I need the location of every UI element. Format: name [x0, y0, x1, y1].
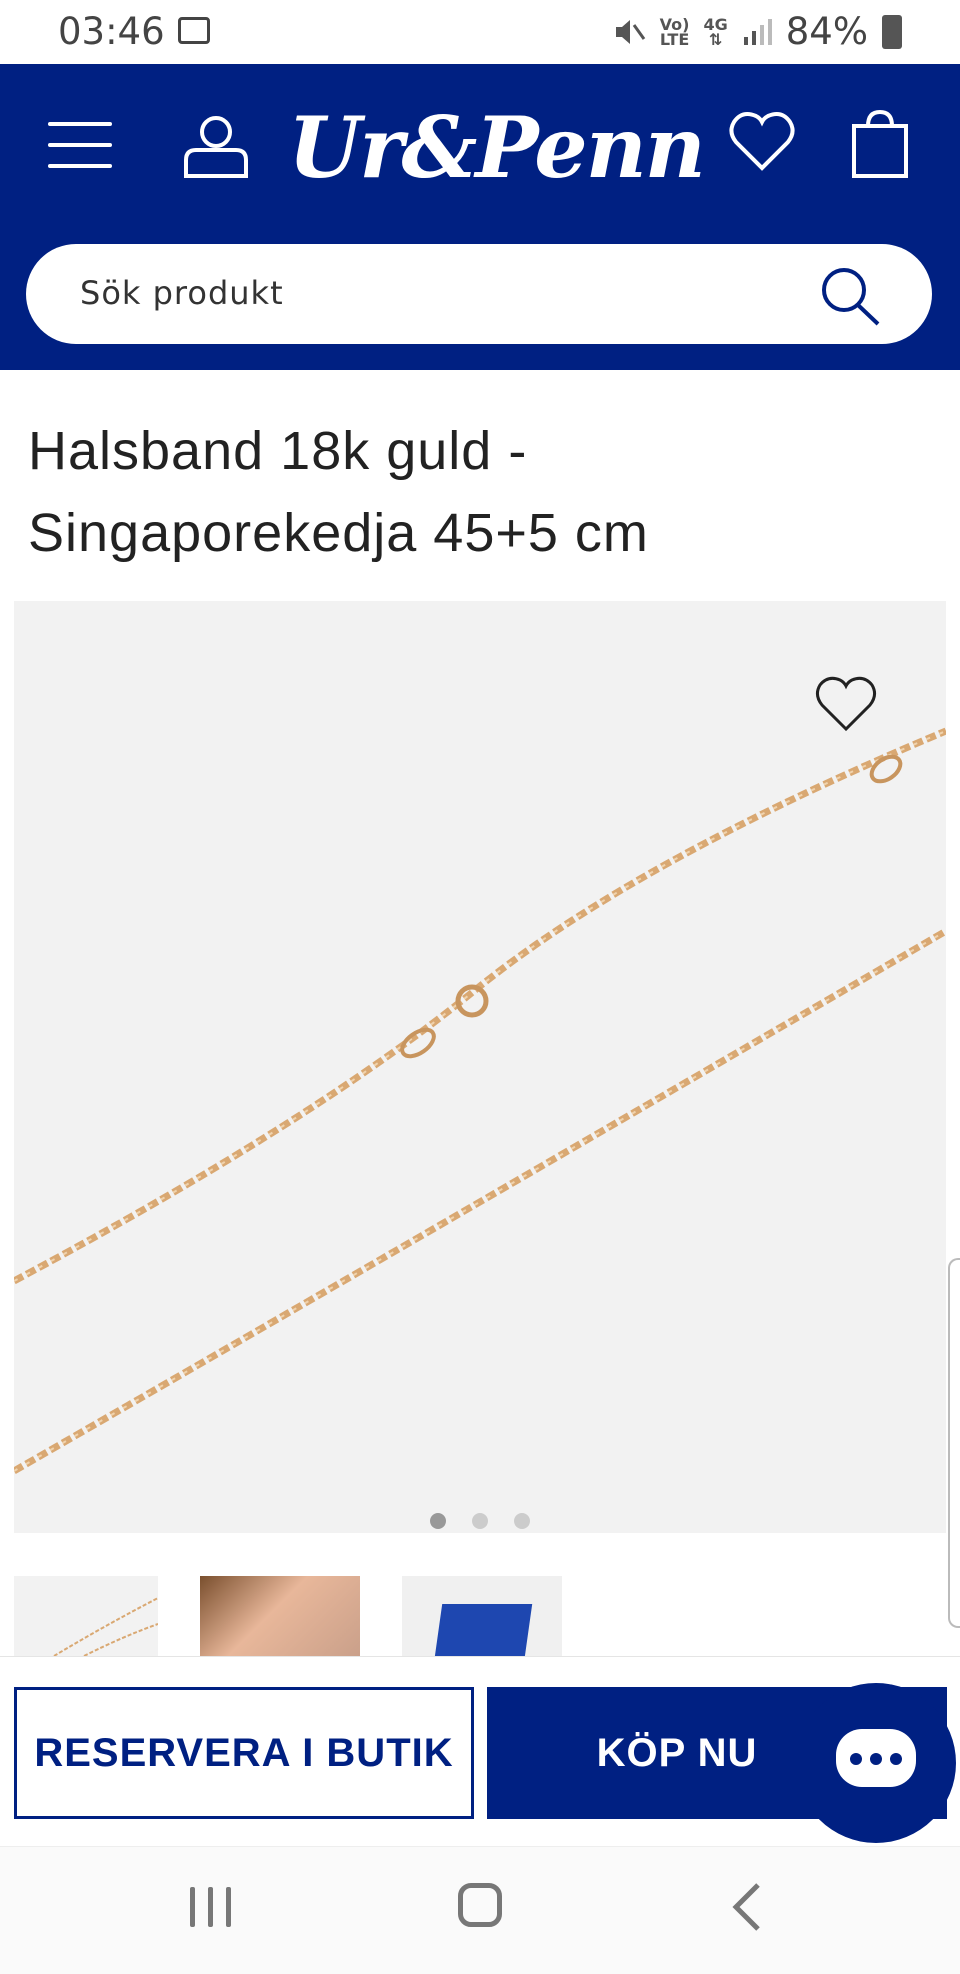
nav-back-icon[interactable] [728, 1881, 768, 1933]
battery-icon [882, 14, 902, 49]
search-input[interactable]: Sök produkt [80, 274, 284, 312]
product-image[interactable] [14, 601, 946, 1533]
thumbnail-model[interactable] [200, 1576, 360, 1656]
thumbnail-box[interactable] [402, 1576, 562, 1656]
mute-icon [615, 19, 645, 44]
chain-image [14, 727, 946, 1475]
gallery-dots [14, 1513, 946, 1533]
status-right: Vo) LTE 4G ⇅ 84% [612, 10, 902, 53]
network-indicator: 4G ⇅ [703, 16, 727, 49]
nav-recent-icon[interactable] [190, 1887, 234, 1927]
product-title-line2: Singaporekedja 45+5 cm [28, 503, 649, 563]
battery-percent: 84% [785, 10, 868, 53]
search-icon[interactable] [818, 264, 882, 328]
menu-icon[interactable] [48, 122, 112, 168]
site-header: Ur&Penn Sök produkt [0, 64, 960, 370]
system-nav-bar [0, 1846, 960, 1974]
volte-indicator: Vo) LTE [659, 16, 690, 49]
thumbnail-chain-image [53, 1597, 158, 1656]
chat-button[interactable] [796, 1683, 956, 1843]
heart-icon[interactable] [728, 108, 796, 176]
heart-icon[interactable] [814, 673, 878, 733]
status-time: 03:46 [58, 10, 165, 53]
signal-icon [743, 18, 772, 45]
status-bar: 03:46 Vo) LTE 4G ⇅ 84% [0, 0, 960, 64]
volte-bottom: LTE [659, 29, 690, 49]
gallery-notification-icon [178, 17, 210, 44]
user-icon[interactable] [182, 112, 250, 180]
gallery-dot[interactable] [514, 1513, 530, 1529]
chat-icon [836, 1729, 916, 1787]
data-arrows-icon: ⇅ [708, 29, 723, 49]
product-title-line1: Halsband 18k guld - [28, 421, 528, 481]
thumbnail-chain[interactable] [14, 1576, 158, 1656]
nav-home-icon[interactable] [458, 1883, 502, 1927]
site-logo[interactable]: Ur&Penn [288, 98, 706, 197]
product-title: Halsband 18k guld - Singaporekedja 45+5 … [28, 410, 928, 574]
reserve-in-store-button[interactable]: RESERVERA I BUTIK [14, 1687, 474, 1819]
scroll-handle[interactable] [948, 1258, 960, 1628]
gallery-dot[interactable] [430, 1513, 446, 1529]
gallery-dot[interactable] [472, 1513, 488, 1529]
search-bar[interactable]: Sök produkt [26, 244, 932, 344]
gift-box-image [433, 1604, 533, 1656]
bag-icon[interactable] [850, 108, 910, 180]
